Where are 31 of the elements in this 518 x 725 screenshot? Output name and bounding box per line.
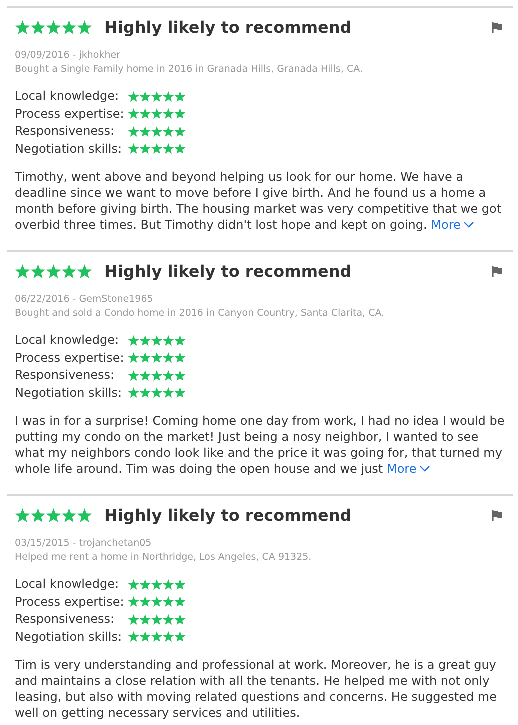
flag-icon[interactable] xyxy=(491,22,503,34)
chevron-down-icon xyxy=(464,222,474,228)
review-text: Timothy, went above and beyond helping us look for our home. We have a deadline since we want to move before I give birth. And he found us a home a month before giving birth. The housing market was very competitive that we got overbid three times. But Timothy didn't lost hope and kept on going. More xyxy=(15,169,503,233)
more-link[interactable]: More xyxy=(386,461,430,477)
flag-icon[interactable] xyxy=(491,266,503,278)
chevron-down-icon xyxy=(420,466,430,472)
review-text: Tim is very understanding and professional at work. Moreover, he is a great guy and maintains a close relation with all the tenants. He helped me with not only leasing, but also with moving related questions and concerns. He suggested me well on getting necessary services and utilities. xyxy=(15,657,498,721)
rating-label: Local knowledge: xyxy=(15,577,120,592)
review-headline: Highly likely to recommend xyxy=(104,18,353,37)
rating-label: Responsiveness: xyxy=(15,612,116,628)
review-byline: 03/15/2015 - trojanchetan05 xyxy=(15,537,153,551)
review-text: I was in for a surprise! Coming home one day from work, I had no idea I would be putting my condo on the market! Just being a nosy neighbor, I wanted to see what my neighbors condo look like and the price it was going for, that turned my whole life around. Tim was doing the open house and we just More xyxy=(15,413,506,477)
review-headline: Highly likely to recommend xyxy=(104,262,353,281)
rating-label: Process expertise: xyxy=(15,594,126,610)
rating-label: Responsiveness: xyxy=(15,124,116,140)
rating-label: Process expertise: xyxy=(15,106,126,122)
review-byline: 09/09/2016 - jkhokher xyxy=(15,49,122,63)
rating-label: Negotiation skills: xyxy=(15,386,124,401)
review-byline: 06/22/2016 - GemStone1965 xyxy=(15,293,154,307)
transaction-text: Bought and sold a Condo home in 2016 in Canyon Country, Santa Clarita, CA. xyxy=(15,307,386,321)
rating-label: Responsiveness: xyxy=(15,368,116,384)
rating-label: Negotiation skills: xyxy=(15,142,124,157)
transaction-text: Bought a Single Family home in 2016 in Granada Hills, Granada Hills, CA. xyxy=(15,63,364,77)
transaction-text: Helped me rent a home in Northridge, Los Angeles, CA 91325. xyxy=(15,551,313,565)
more-link[interactable]: More xyxy=(431,217,474,233)
rating-label: Negotiation skills: xyxy=(15,630,124,645)
rating-label: Local knowledge: xyxy=(15,333,120,348)
review-headline: Highly likely to recommend xyxy=(104,506,353,525)
rating-label: Local knowledge: xyxy=(15,89,120,104)
flag-icon[interactable] xyxy=(491,510,503,522)
rating-label: Process expertise: xyxy=(15,350,126,366)
